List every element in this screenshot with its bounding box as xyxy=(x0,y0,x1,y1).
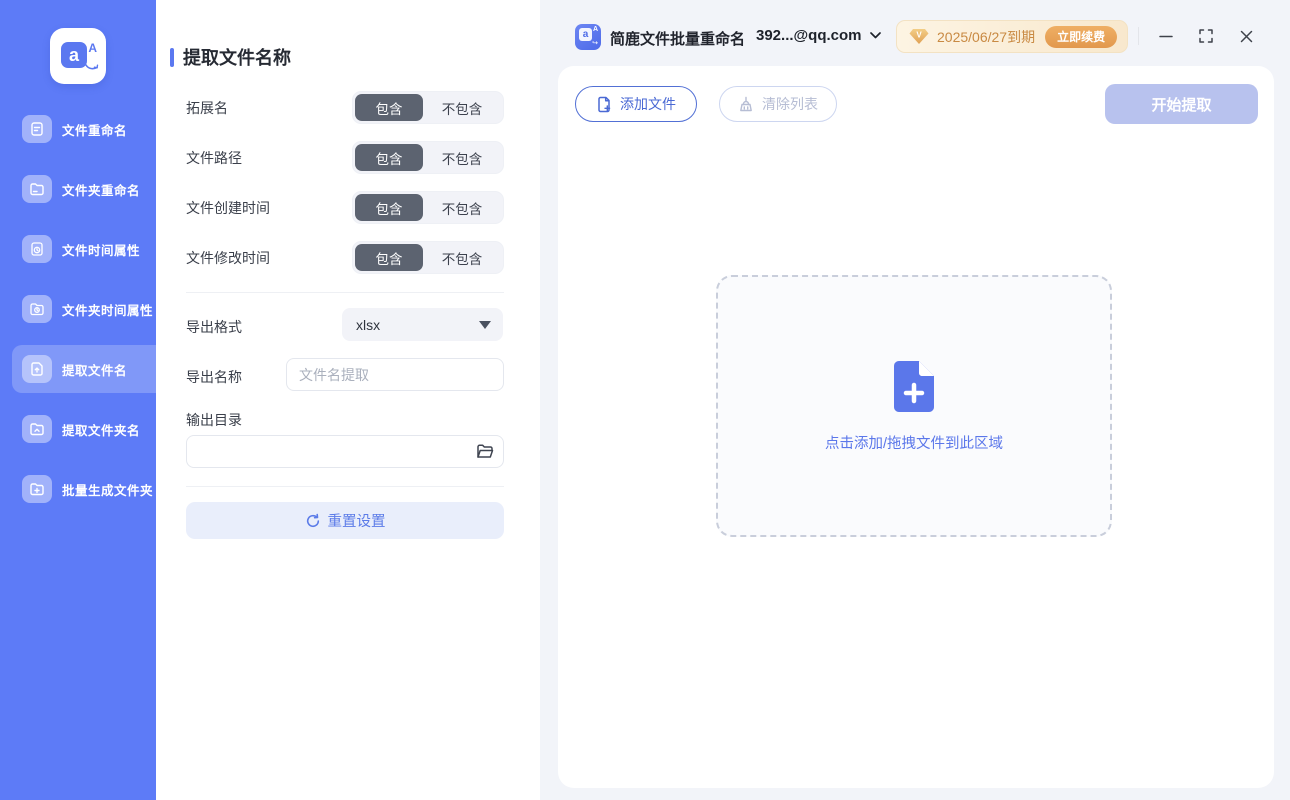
created-time-label: 文件创建时间 xyxy=(186,198,270,218)
sidebar-nav: 文件重命名 文件夹重命名 文件时间属性 xyxy=(0,105,156,525)
filepath-label: 文件路径 xyxy=(186,148,242,168)
reset-settings-label: 重置设置 xyxy=(328,510,386,531)
sidebar-item-file-time[interactable]: 文件时间属性 xyxy=(12,225,156,273)
sidebar-item-file-rename[interactable]: 文件重命名 xyxy=(12,105,156,153)
window-controls-divider xyxy=(1138,27,1139,45)
folder-picker-icon[interactable] xyxy=(476,443,494,465)
minimize-button[interactable] xyxy=(1154,24,1178,48)
sidebar-item-label: 提取文件夹名 xyxy=(62,420,140,439)
filepath-toggle: 包含 不包含 xyxy=(352,141,504,174)
add-file-icon xyxy=(890,360,938,414)
renew-button[interactable]: 立即续费 xyxy=(1045,26,1117,48)
mini-a-glyph: a xyxy=(579,28,592,41)
logo-arrow-icon xyxy=(85,64,99,73)
filepath-exclude-option[interactable]: 不包含 xyxy=(423,144,501,171)
sidebar-item-label: 批量生成文件夹 xyxy=(62,480,153,499)
export-format-select[interactable]: xlsx xyxy=(342,308,503,341)
minimize-icon xyxy=(1159,29,1173,43)
logo-A-glyph: A xyxy=(88,41,97,55)
clear-list-label: 清除列表 xyxy=(762,94,818,114)
export-format-value: xlsx xyxy=(356,317,380,333)
close-icon xyxy=(1240,30,1253,43)
created-time-exclude-option[interactable]: 不包含 xyxy=(423,194,501,221)
chevron-down-icon xyxy=(479,321,491,329)
license-banner: V 2025/06/27到期 立即续费 xyxy=(896,20,1128,53)
dropzone-hint: 点击添加/拖拽文件到此区域 xyxy=(825,432,1003,453)
created-time-include-option[interactable]: 包含 xyxy=(355,194,423,221)
file-dropzone[interactable]: 点击添加/拖拽文件到此区域 xyxy=(716,275,1112,537)
account-email: 392...@qq.com xyxy=(756,27,862,44)
sidebar-item-label: 文件时间属性 xyxy=(62,240,140,259)
folder-rename-icon xyxy=(22,175,52,203)
sidebar-item-label: 文件重命名 xyxy=(62,120,127,139)
sidebar-item-label: 文件夹重命名 xyxy=(62,180,140,199)
extension-label: 拓展名 xyxy=(186,98,228,118)
sidebar-item-label: 提取文件名 xyxy=(62,360,127,379)
extract-filename-icon xyxy=(22,355,52,383)
output-dir-field xyxy=(186,435,504,468)
file-plus-icon xyxy=(596,96,612,113)
extension-toggle: 包含 不包含 xyxy=(352,91,504,124)
modified-time-include-option[interactable]: 包含 xyxy=(355,244,423,271)
extension-include-option[interactable]: 包含 xyxy=(355,94,423,121)
add-files-label: 添加文件 xyxy=(620,94,676,114)
broom-icon xyxy=(738,96,754,113)
extract-foldername-icon xyxy=(22,415,52,443)
export-name-input[interactable] xyxy=(286,358,504,391)
app-title: 简鹿文件批量重命名 xyxy=(610,28,745,49)
app-logo: a A xyxy=(50,28,106,84)
modified-time-exclude-option[interactable]: 不包含 xyxy=(423,244,501,271)
page-title: 提取文件名称 xyxy=(183,44,291,70)
title-accent-bar xyxy=(170,48,174,67)
export-name-label: 导出名称 xyxy=(186,367,242,387)
file-list-card: 添加文件 清除列表 开始提取 点击添加/拖拽文件到此区域 xyxy=(558,66,1274,788)
sidebar-item-batch-create-folder[interactable]: 批量生成文件夹 xyxy=(12,465,156,513)
sidebar-item-extract-filename[interactable]: 提取文件名 xyxy=(12,345,156,393)
maximize-button[interactable] xyxy=(1194,24,1218,48)
output-dir-input[interactable] xyxy=(187,436,467,467)
mini-arrow-glyph: ↪ xyxy=(592,39,598,47)
reset-icon xyxy=(305,513,321,529)
sidebar-item-folder-time[interactable]: 文件夹时间属性 xyxy=(12,285,156,333)
settings-panel: 提取文件名称 拓展名 包含 不包含 文件路径 包含 不包含 文件创建时间 包含 … xyxy=(156,0,540,800)
sidebar: a A 文件重命名 xyxy=(0,0,156,800)
mini-A-glyph: A xyxy=(593,26,598,33)
file-rename-icon xyxy=(22,115,52,143)
add-files-button[interactable]: 添加文件 xyxy=(575,86,697,122)
filepath-include-option[interactable]: 包含 xyxy=(355,144,423,171)
close-button[interactable] xyxy=(1234,24,1258,48)
svg-text:V: V xyxy=(916,31,922,40)
clear-list-button[interactable]: 清除列表 xyxy=(719,86,837,122)
sidebar-item-folder-rename[interactable]: 文件夹重命名 xyxy=(12,165,156,213)
sidebar-item-label: 文件夹时间属性 xyxy=(62,300,153,319)
panel-title: 提取文件名称 xyxy=(170,44,291,70)
app-window: a A 文件重命名 xyxy=(0,0,1290,800)
logo-a-glyph: a xyxy=(61,42,87,68)
modified-time-toggle: 包含 不包含 xyxy=(352,241,504,274)
folder-time-icon xyxy=(22,295,52,323)
license-expiry: 2025/06/27到期 xyxy=(937,27,1035,47)
account-dropdown[interactable]: 392...@qq.com xyxy=(756,27,881,44)
divider xyxy=(186,486,504,487)
chevron-down-icon xyxy=(870,32,881,39)
export-format-label: 导出格式 xyxy=(186,317,242,337)
modified-time-label: 文件修改时间 xyxy=(186,248,270,268)
batch-create-folder-icon xyxy=(22,475,52,503)
vip-diamond-icon: V xyxy=(909,28,929,45)
reset-settings-button[interactable]: 重置设置 xyxy=(186,502,504,539)
divider xyxy=(186,292,504,293)
sidebar-item-extract-foldername[interactable]: 提取文件夹名 xyxy=(12,405,156,453)
maximize-icon xyxy=(1199,29,1213,43)
output-dir-label: 输出目录 xyxy=(186,410,242,430)
file-time-icon xyxy=(22,235,52,263)
app-mini-icon: a A ↪ xyxy=(575,24,601,50)
start-extract-button[interactable]: 开始提取 xyxy=(1105,84,1258,124)
extension-exclude-option[interactable]: 不包含 xyxy=(423,94,501,121)
created-time-toggle: 包含 不包含 xyxy=(352,191,504,224)
